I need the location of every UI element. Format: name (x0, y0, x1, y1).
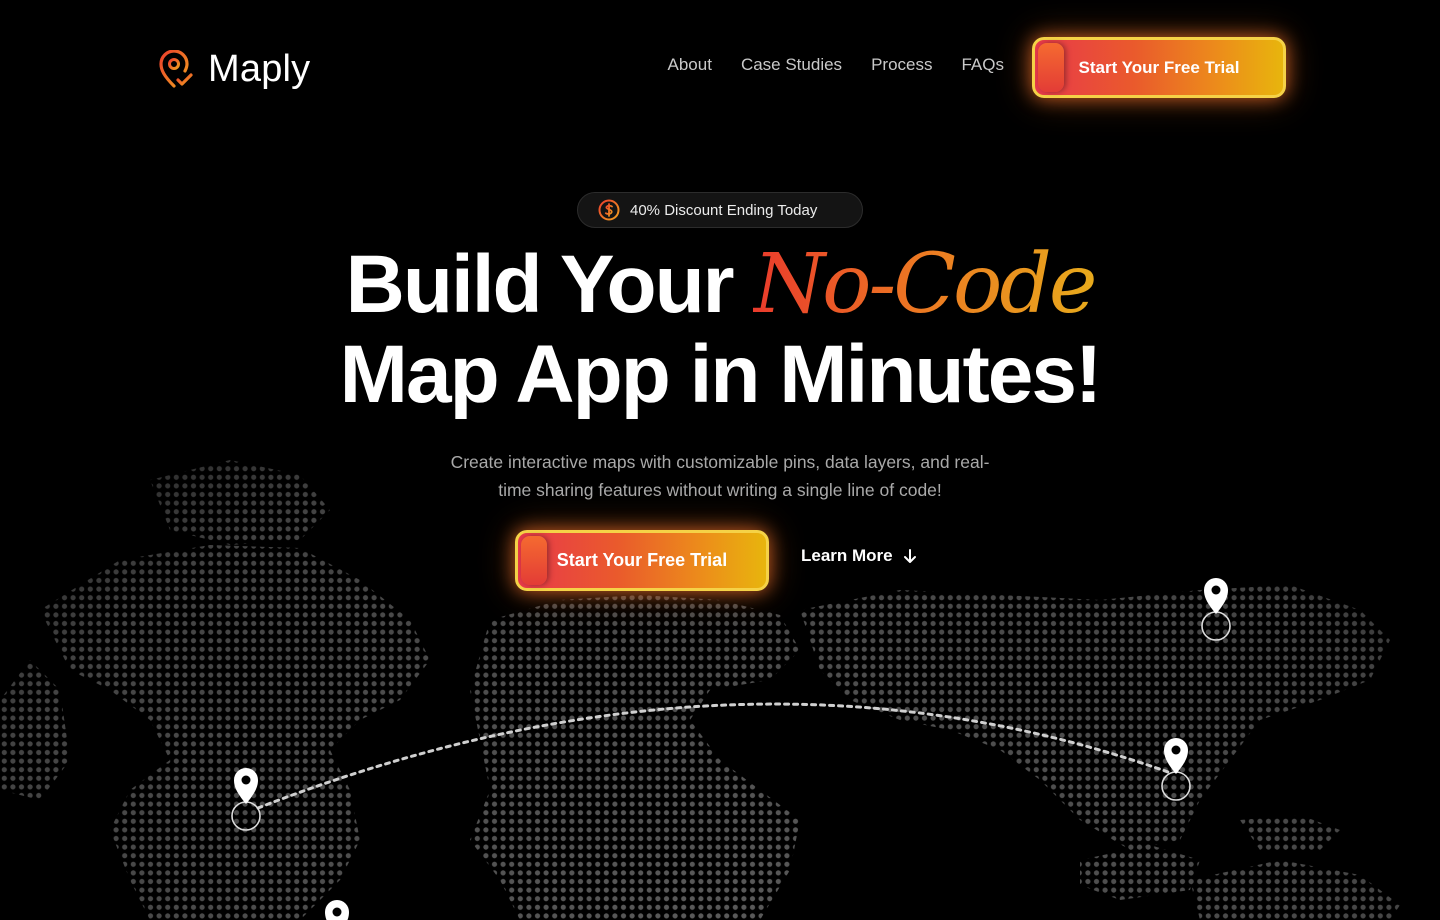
learn-more-link[interactable]: Learn More (801, 546, 917, 566)
nav-link-about[interactable]: About (668, 55, 712, 75)
nav-link-case-studies[interactable]: Case Studies (741, 55, 842, 75)
hero-free-trial-button[interactable]: Start Your Free Trial (515, 530, 769, 591)
hero-subtext-line1: Create interactive maps with customizabl… (450, 452, 990, 472)
brand-name: Maply (208, 48, 311, 90)
map-pin-icon[interactable] (325, 900, 349, 920)
landmass-east-fragment (1240, 815, 1340, 850)
headline-part2: Map App in Minutes! (339, 329, 1103, 420)
landmass-east (800, 585, 1390, 850)
nav-free-trial-label: Start Your Free Trial (1078, 57, 1240, 77)
map-pin-check-icon (159, 49, 193, 88)
nav-free-trial-button[interactable]: Start Your Free Trial (1032, 37, 1286, 98)
hero-subtext: Create interactive maps with customizabl… (420, 448, 1020, 504)
hero-subtext-line2: time sharing features without writing a … (498, 480, 942, 500)
landmass-west (40, 545, 430, 920)
nav-link-process[interactable]: Process (871, 55, 932, 75)
nav-links: About Case Studies Process FAQs (668, 55, 1005, 75)
landmass-islands (1080, 845, 1200, 900)
headline-part1: Build Your (345, 239, 754, 330)
discount-badge: 40% Discount Ending Today (577, 192, 863, 228)
discount-badge-text: 40% Discount Ending Today (630, 201, 818, 219)
landmass-west-edge (0, 660, 70, 800)
hero-free-trial-label: Start Your Free Trial (556, 550, 728, 570)
hero-headline: Build Your No-Code Map App in Minutes! (0, 240, 1440, 420)
learn-more-label: Learn More (801, 546, 893, 565)
brand-logo[interactable]: Maply (158, 48, 310, 91)
arrow-down-icon (903, 549, 916, 563)
landmass-upper-west (150, 460, 330, 545)
top-nav: Maply About Case Studies Process FAQs St… (0, 0, 1440, 136)
landmass-southeast (1190, 860, 1400, 920)
nav-link-faqs[interactable]: FAQs (961, 55, 1004, 75)
headline-accent: No-Code (753, 237, 1097, 332)
landmass-central (470, 595, 800, 920)
dollar-circle-icon (598, 199, 620, 221)
landing-page: Maply About Case Studies Process FAQs St… (0, 0, 1440, 920)
